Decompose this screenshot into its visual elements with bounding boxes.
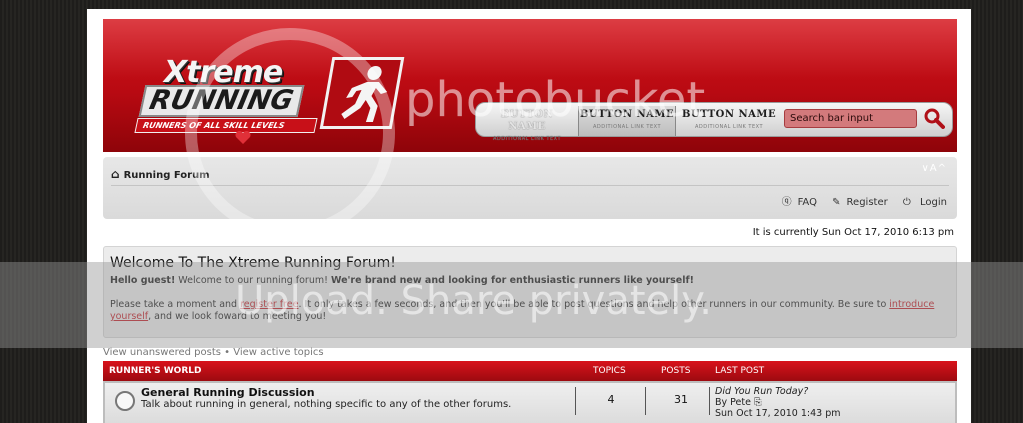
forum-table-header: RUNNER'S WORLD TOPICS POSTS LAST POST: [103, 361, 957, 381]
forum-row[interactable]: General Running Discussion Talk about ru…: [105, 383, 955, 423]
topics-count: 4: [607, 393, 615, 406]
last-post: Did You Run Today? By Pete ⎘ Sun Oct 17,…: [715, 386, 841, 419]
user-links: ⓠ FAQ ✎ Register ⏻ Login: [770, 193, 947, 208]
nav-button-1-sub: ADDITIONAL LINK TEXT: [492, 136, 562, 142]
home-icon: ⌂: [111, 167, 120, 181]
column-divider: [575, 387, 576, 415]
nav-button-2-sub: ADDITIONAL LINK TEXT: [592, 124, 662, 130]
faq-link[interactable]: ⓠ FAQ: [776, 197, 817, 208]
forum-description: Talk about running in general, nothing s…: [141, 399, 512, 410]
col-topics: TOPICS: [593, 366, 626, 376]
last-post-author: By Pete ⎘: [715, 397, 841, 408]
forum-read-icon: [115, 391, 135, 411]
nav-button-2-label: BUTTON NAME: [579, 109, 675, 120]
nav-button-3[interactable]: BUTTON NAME ADDITIONAL LINK TEXT: [680, 109, 778, 135]
last-post-title[interactable]: Did You Run Today?: [715, 386, 841, 397]
last-post-by[interactable]: By Pete: [715, 397, 751, 408]
nav-button-1[interactable]: BUTTON NAME ADDITIONAL LINK TEXT: [480, 109, 574, 142]
register-link[interactable]: ✎ Register: [826, 197, 888, 208]
nav-button-3-label: BUTTON NAME: [681, 109, 777, 120]
quick-links[interactable]: View unanswered posts • View active topi…: [103, 347, 324, 358]
category-title[interactable]: RUNNER'S WORLD: [109, 361, 201, 381]
search-icon[interactable]: [923, 107, 945, 129]
search-input[interactable]: Search bar input: [784, 109, 917, 128]
register-label: Register: [846, 197, 888, 208]
watermark-band: [0, 262, 1023, 348]
col-posts: POSTS: [661, 366, 691, 376]
register-icon: ✎: [832, 197, 841, 208]
col-last-post: LAST POST: [715, 366, 765, 376]
faq-label: FAQ: [797, 197, 817, 208]
login-link[interactable]: ⏻ Login: [897, 197, 947, 208]
faq-icon: ⓠ: [781, 197, 792, 208]
forum-table: RUNNER'S WORLD TOPICS POSTS LAST POST Ge…: [103, 361, 957, 423]
nav-button-3-sub: ADDITIONAL LINK TEXT: [694, 124, 764, 130]
posts-count: 31: [674, 393, 688, 406]
nav-button-2[interactable]: BUTTON NAME ADDITIONAL LINK TEXT: [578, 106, 676, 136]
watermark-logo: [185, 28, 395, 238]
main-nav: BUTTON NAME ADDITIONAL LINK TEXT BUTTON …: [475, 102, 953, 142]
current-time: It is currently Sun Oct 17, 2010 6:13 pm: [752, 227, 954, 238]
column-divider: [709, 387, 710, 415]
view-post-icon[interactable]: ⎘: [754, 397, 762, 408]
power-icon: ⏻: [902, 197, 911, 208]
font-size-control[interactable]: ∨A^: [921, 163, 947, 174]
forum-title[interactable]: General Running Discussion: [141, 386, 315, 399]
last-post-date: Sun Oct 17, 2010 1:43 pm: [715, 408, 841, 419]
login-label: Login: [920, 197, 947, 208]
column-divider: [645, 387, 646, 415]
nav-button-1-label: BUTTON NAME: [500, 109, 554, 132]
